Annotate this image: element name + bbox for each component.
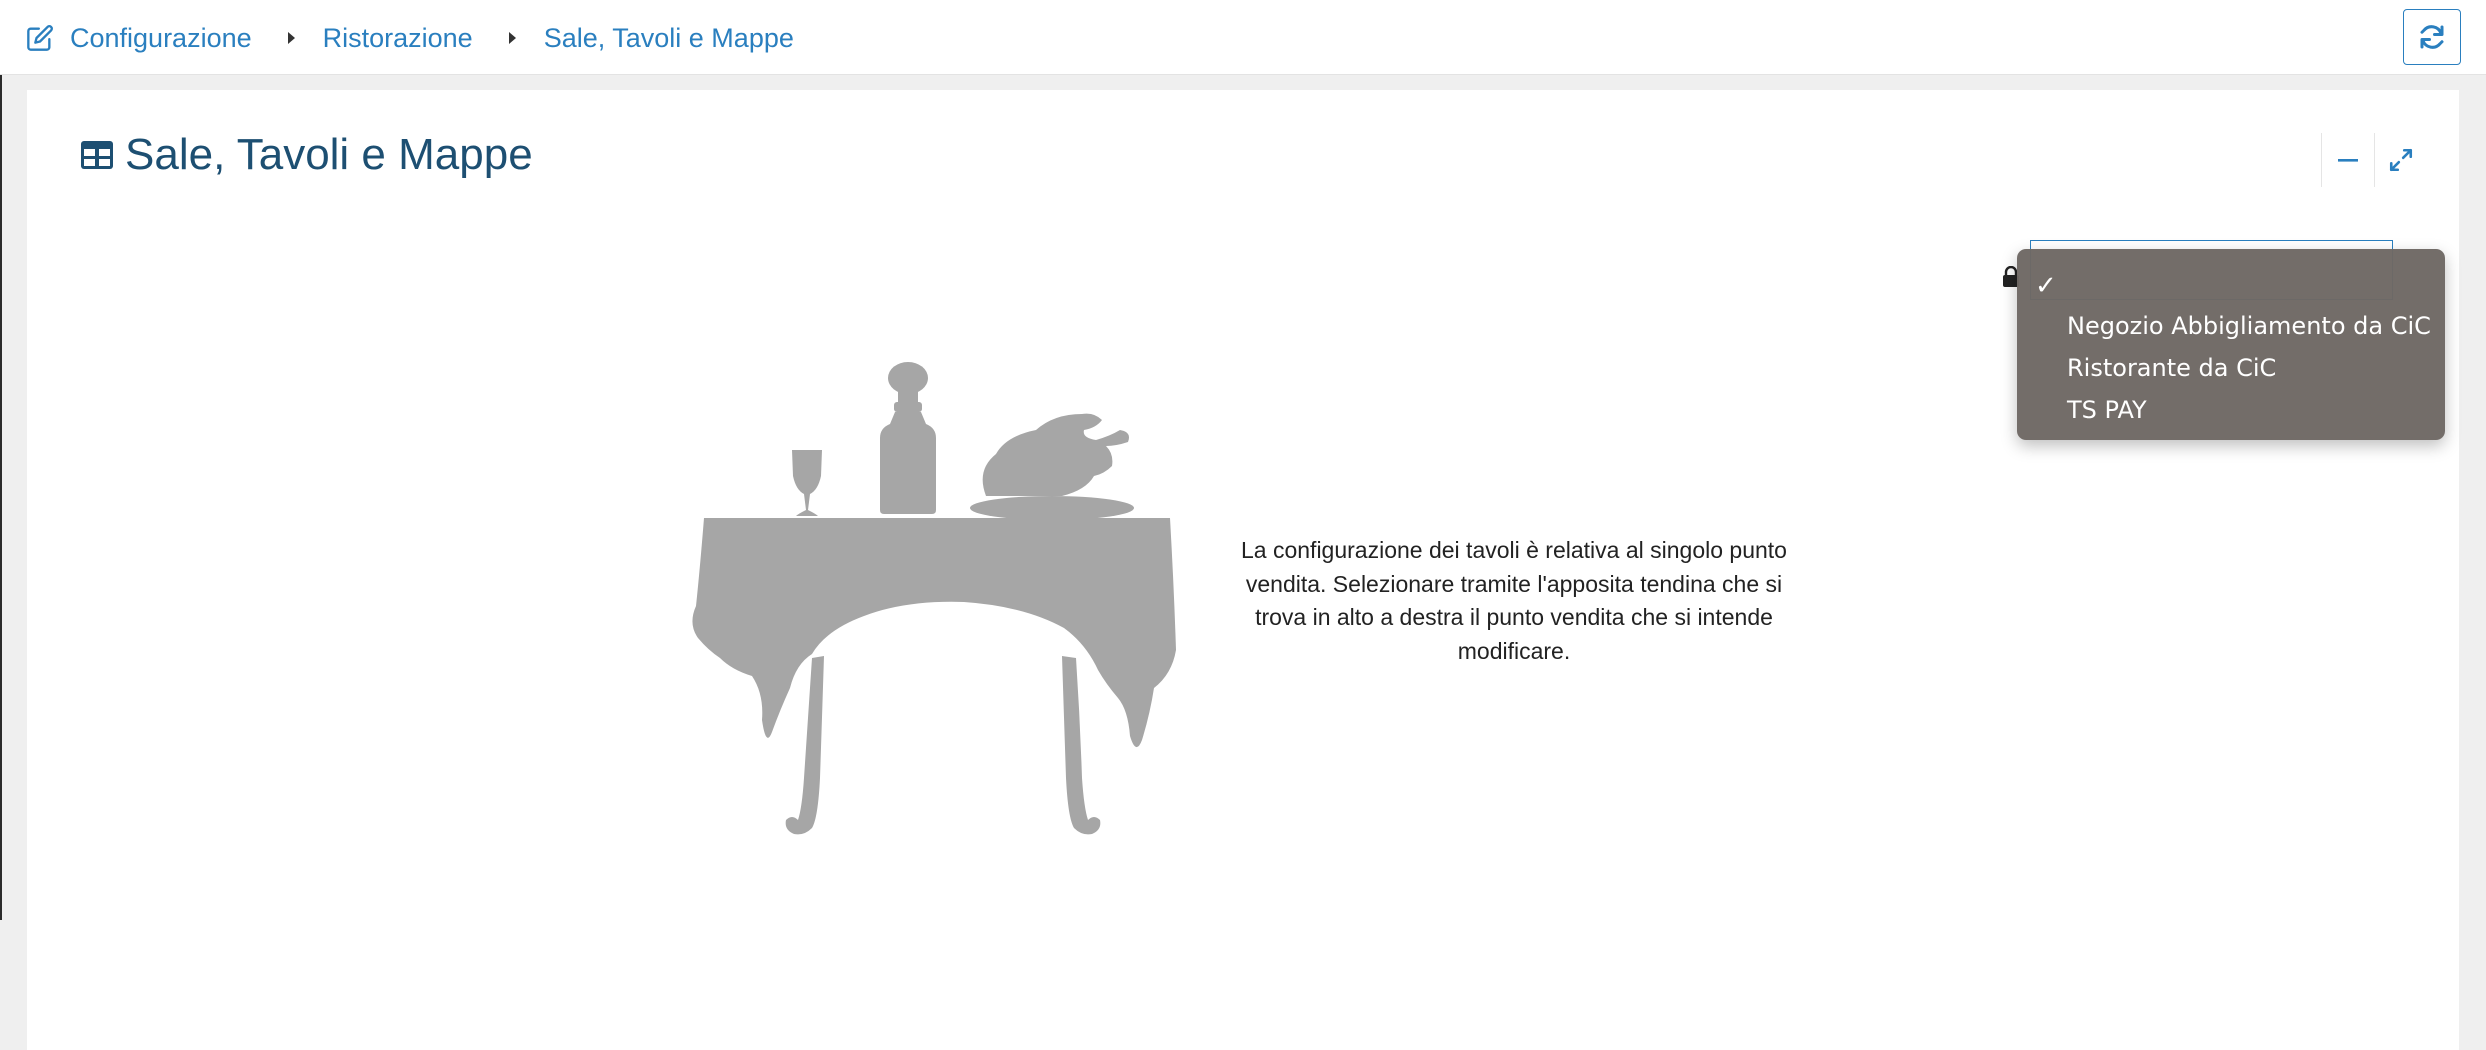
store-option-label: TS PAY — [2067, 396, 2147, 424]
breadcrumb: Configurazione Ristorazione Sale, Tavoli… — [26, 18, 794, 58]
breadcrumb-separator — [287, 32, 295, 44]
wine-glass-icon — [792, 450, 822, 516]
store-option-ristorante[interactable]: Ristorante da CiC — [2017, 347, 2445, 389]
breadcrumb-item-sale-tavoli-mappe[interactable]: Sale, Tavoli e Mappe — [544, 23, 794, 54]
top-bar: Configurazione Ristorazione Sale, Tavoli… — [0, 0, 2486, 75]
refresh-icon — [2420, 25, 2444, 49]
panel-title-text: Sale, Tavoli e Mappe — [125, 130, 533, 179]
store-select-dropdown: ✓ Negozio Abbigliamento da CiC Ristorant… — [2017, 249, 2445, 440]
panel-tools — [2321, 133, 2427, 187]
expand-icon — [2389, 148, 2413, 172]
tablecloth-icon — [692, 518, 1176, 748]
store-option-label: Negozio Abbigliamento da CiC — [2067, 312, 2431, 340]
roast-icon — [970, 413, 1134, 520]
breadcrumb-label: Configurazione — [70, 22, 252, 53]
minus-icon — [2338, 159, 2358, 162]
store-option-negozio-abbigliamento[interactable]: Negozio Abbigliamento da CiC — [2017, 305, 2445, 347]
table-illustration — [692, 362, 1176, 835]
breadcrumb-label: Ristorazione — [322, 22, 473, 53]
breadcrumb-label: Sale, Tavoli e Mappe — [543, 22, 794, 53]
breadcrumb-separator — [508, 32, 516, 44]
minimize-button[interactable] — [2321, 133, 2374, 187]
store-option-ts-pay[interactable]: TS PAY — [2017, 389, 2445, 431]
breadcrumb-item-configurazione[interactable]: Configurazione — [26, 23, 252, 54]
panel-title: Sale, Tavoli e Mappe — [81, 130, 533, 180]
breadcrumb-item-ristorazione[interactable]: Ristorazione — [323, 23, 473, 54]
edit-icon — [27, 25, 53, 51]
decanter-icon — [880, 362, 936, 514]
store-option-label: Ristorante da CiC — [2067, 354, 2277, 382]
info-message: La configurazione dei tavoli è relativa … — [1241, 537, 1787, 664]
checkmark-icon: ✓ — [2035, 271, 2057, 301]
window-left-edge — [0, 0, 2, 920]
table-icon — [81, 141, 113, 169]
store-option-empty[interactable]: ✓ — [2017, 263, 2445, 305]
table-leg-icon — [1062, 656, 1101, 835]
refresh-button[interactable] — [2403, 9, 2461, 65]
expand-button[interactable] — [2374, 133, 2427, 187]
